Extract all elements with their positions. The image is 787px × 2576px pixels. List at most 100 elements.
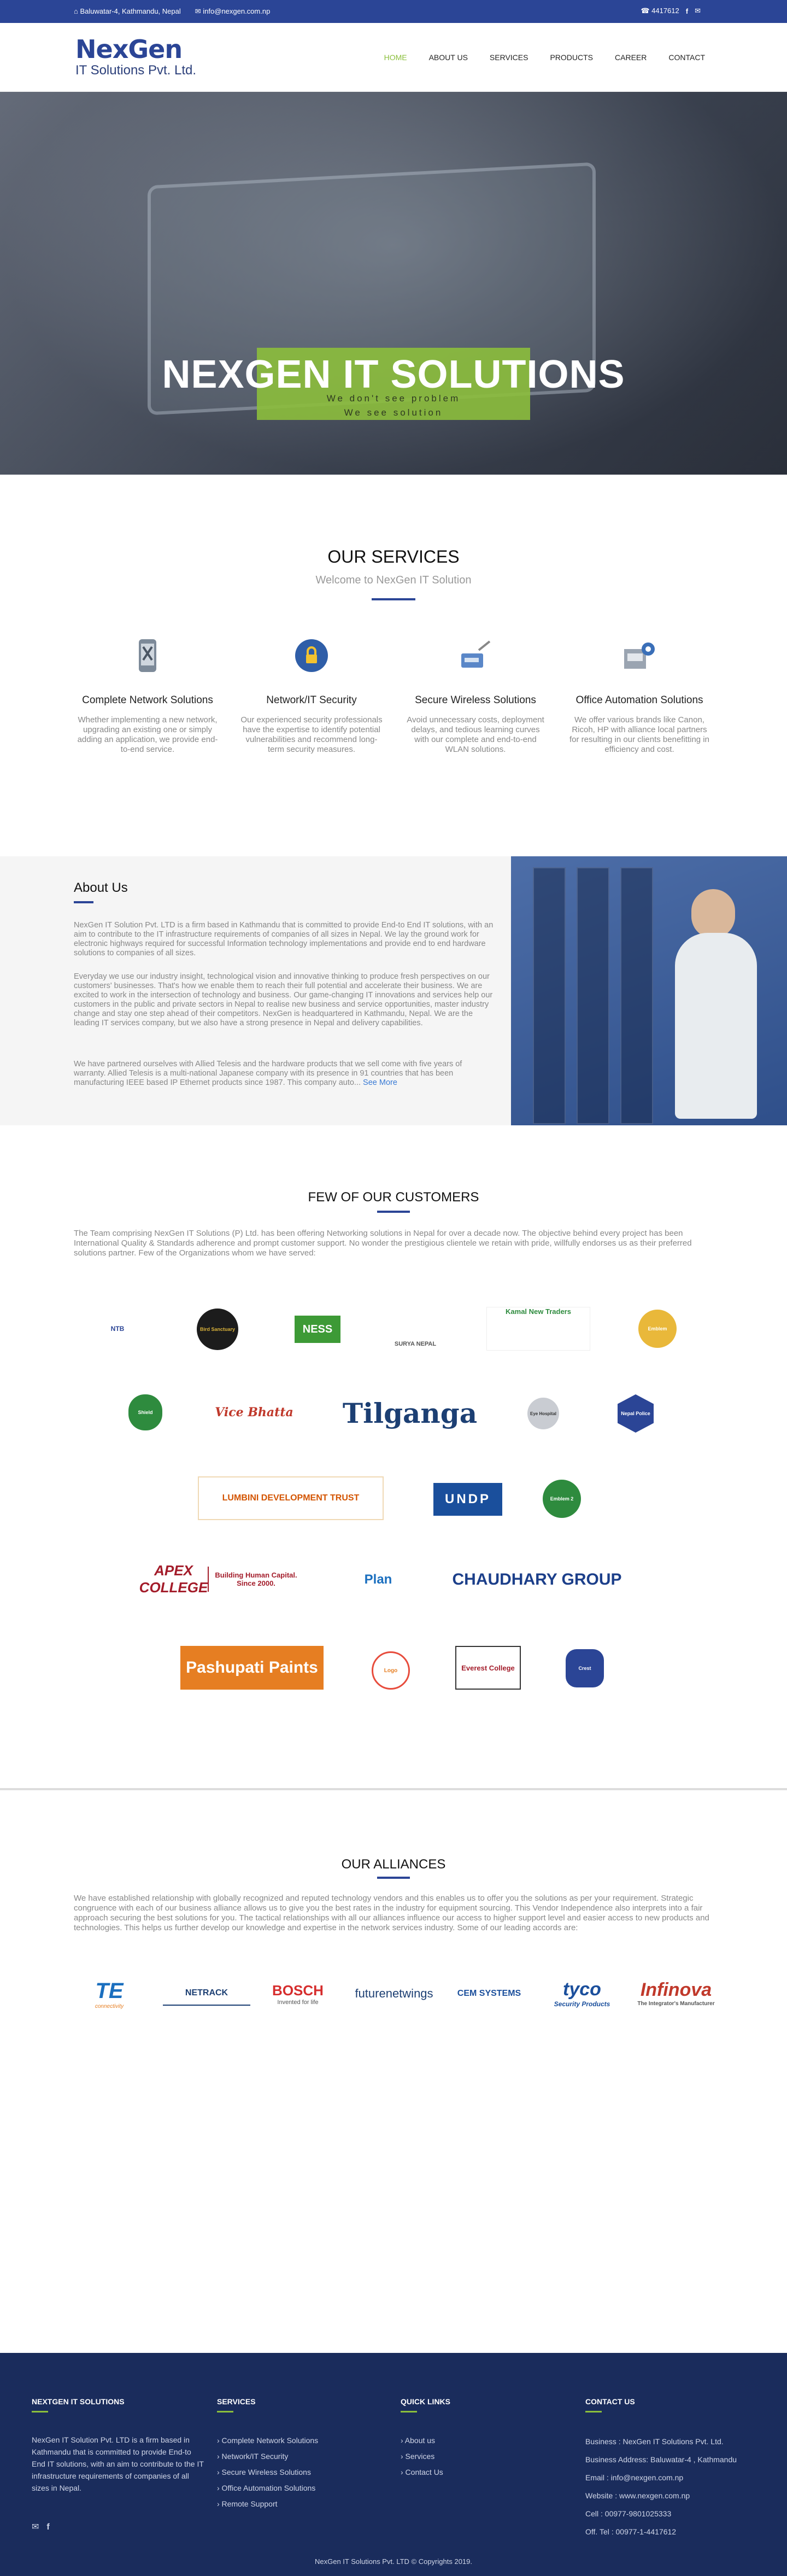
footer-accent: [401, 2411, 417, 2413]
nav-about[interactable]: ABOUT US: [429, 53, 468, 62]
footer-accent: [585, 2411, 602, 2413]
about-paragraph: NexGen IT Solution Pvt. LTD is a firm ba…: [74, 921, 494, 957]
alliance-logo: tyco Security Products: [554, 1978, 610, 2008]
footer-about-text: NexGen IT Solution Pvt. LTD is a firm ba…: [32, 2435, 204, 2492]
technician-figure: [675, 933, 757, 1119]
logo-name: NexGen: [75, 34, 183, 64]
service-card[interactable]: Network/IT Security Our experienced secu…: [240, 637, 383, 755]
services-title: OUR SERVICES: [327, 547, 460, 566]
customer-logo: APEX COLLEGE: [139, 1562, 208, 1596]
footer-link[interactable]: › Contact Us: [401, 2464, 443, 2480]
nav-career[interactable]: CAREER: [615, 53, 647, 62]
footer-services-list: › Complete Network Solutions › Network/I…: [217, 2433, 318, 2512]
alliances-title: OUR ALLIANCES: [341, 1857, 446, 1872]
footer-link[interactable]: › Services: [401, 2449, 443, 2464]
mobile-tools-icon: [139, 639, 156, 672]
mail-icon[interactable]: ✉: [695, 7, 701, 15]
alliance-logo: TE connectivity: [95, 1979, 124, 2010]
email-link[interactable]: ✉ info@nexgen.com.np: [195, 7, 271, 16]
footer-link[interactable]: › Network/IT Security: [217, 2449, 318, 2464]
facebook-icon[interactable]: f: [686, 7, 688, 15]
main-nav: HOME ABOUT US SERVICES PRODUCTS CAREER C…: [384, 53, 705, 62]
footer-col-title: QUICK LINKS: [401, 2397, 450, 2406]
service-title: Network/IT Security: [266, 694, 357, 706]
footer-social: ✉ f: [32, 2519, 50, 2535]
wireless-router-icon: [461, 640, 491, 668]
customers-text: The Team comprising NexGen IT Solutions …: [74, 1229, 692, 1258]
footer-col-title: NEXTGEN IT SOLUTIONS: [32, 2397, 125, 2406]
copyright-text: NexGen IT Solutions Pvt. LTD © Copyright…: [314, 2557, 472, 2566]
customer-logo: Building Human Capital. Since 2000.: [208, 1567, 303, 1592]
footer-link[interactable]: › Complete Network Solutions: [217, 2433, 318, 2449]
customer-logo: Emblem 2: [543, 1480, 581, 1518]
customer-logo: Everest College: [455, 1646, 521, 1690]
alliance-logo: BOSCH Invented for life: [272, 1982, 324, 2006]
footer-link[interactable]: › Office Automation Solutions: [217, 2480, 318, 2496]
customer-logo: Emblem: [638, 1310, 677, 1348]
customer-logo: NESS: [295, 1316, 340, 1343]
footer-col-title: CONTACT US: [585, 2397, 635, 2406]
see-more-link[interactable]: See More: [363, 1078, 397, 1087]
alliance-logo: futurenetwings: [355, 1987, 433, 2000]
service-text: Our experienced security professionals h…: [240, 715, 383, 754]
hero-banner: NEXGEN IT SOLUTIONS We don't see problem…: [0, 92, 787, 475]
footer-link[interactable]: › Secure Wireless Solutions: [217, 2464, 318, 2480]
hero-tagline-1: We don't see problem: [326, 393, 461, 404]
alliance-logo: NETRACK: [163, 1982, 250, 2006]
customer-logo: Tilganga: [342, 1397, 478, 1429]
footer-col-title: SERVICES: [217, 2397, 256, 2406]
service-text: Avoid unnecessary costs, deployment dela…: [407, 715, 544, 754]
customer-logo: Bird Sanctuary: [197, 1309, 238, 1350]
service-card[interactable]: Secure Wireless Solutions Avoid unnecess…: [404, 637, 547, 755]
phone-text: ☎ 4417612: [641, 7, 679, 15]
hero-tagline-2: We see solution: [344, 407, 443, 418]
footer-accent: [32, 2411, 48, 2413]
mail-icon[interactable]: ✉: [32, 2519, 39, 2535]
about-paragraph: Everyday we use our industry insight, te…: [74, 972, 493, 1027]
customer-logo: UNDP: [433, 1483, 502, 1516]
service-title: Complete Network Solutions: [82, 694, 213, 706]
technician-head: [691, 889, 735, 938]
customer-logo: Vice Bhatta: [215, 1405, 293, 1420]
logo-subtitle: IT Solutions Pvt. Ltd.: [75, 63, 197, 78]
site-logo[interactable]: NexGen IT Solutions Pvt. Ltd.: [75, 37, 196, 78]
footer-contact: Business : NexGen IT Solutions Pvt. Ltd.…: [585, 2437, 737, 2536]
customer-logo: Pashupati Paints: [180, 1646, 324, 1690]
footer-link[interactable]: › About us: [401, 2433, 443, 2449]
customer-logo: LUMBINI DEVELOPMENT TRUST: [198, 1476, 384, 1520]
alliances-underline: [377, 1877, 410, 1879]
nav-services[interactable]: SERVICES: [490, 53, 528, 62]
service-card[interactable]: Complete Network Solutions Whether imple…: [77, 637, 219, 755]
service-title: Office Automation Solutions: [575, 694, 703, 706]
server-rack: [577, 867, 609, 1124]
address-text: ⌂ Baluwatar-4, Kathmandu, Nepal: [74, 7, 181, 15]
nav-products[interactable]: PRODUCTS: [550, 53, 593, 62]
alliance-logo: CEM SYSTEMS: [457, 1989, 521, 1998]
about-image: [511, 856, 787, 1125]
customer-logo: CHAUDHARY GROUP: [452, 1570, 622, 1588]
nav-home[interactable]: HOME: [384, 53, 407, 62]
server-rack: [620, 867, 653, 1124]
security-lock-icon: [295, 639, 328, 672]
services-subtitle: Welcome to NexGen IT Solution: [315, 574, 472, 586]
alliances-text: We have established relationship with gl…: [74, 1894, 709, 1932]
hero-title: NEXGEN IT SOLUTIONS: [162, 353, 625, 396]
top-bar: ⌂ Baluwatar-4, Kathmandu, Nepal ✉ info@n…: [0, 0, 787, 23]
customer-logo: NTB: [110, 1325, 125, 1333]
server-rack: [533, 867, 566, 1124]
customers-underline: [377, 1211, 410, 1213]
hero-tagline: We don't see problem We see solution: [0, 392, 787, 420]
about-title: About Us: [74, 880, 128, 895]
facebook-icon[interactable]: f: [46, 2519, 49, 2535]
footer-link[interactable]: › Remote Support: [217, 2496, 318, 2512]
nav-contact[interactable]: CONTACT: [668, 53, 705, 62]
services-underline: [372, 598, 415, 600]
service-card[interactable]: Office Automation Solutions We offer var…: [568, 637, 710, 755]
alliance-logo: Infinova The Integrator's Manufacturer: [637, 1979, 715, 2007]
footer-quicklinks: › About us › Services › Contact Us: [401, 2433, 443, 2480]
customer-logo: Kamal New Traders: [486, 1307, 590, 1351]
service-text: We offer various brands like Canon, Rico…: [569, 715, 709, 754]
customer-logo: Plan: [364, 1572, 392, 1587]
customers-title: FEW OF OUR CUSTOMERS: [308, 1190, 479, 1205]
about-section: About Us NexGen IT Solution Pvt. LTD is …: [0, 856, 511, 1125]
